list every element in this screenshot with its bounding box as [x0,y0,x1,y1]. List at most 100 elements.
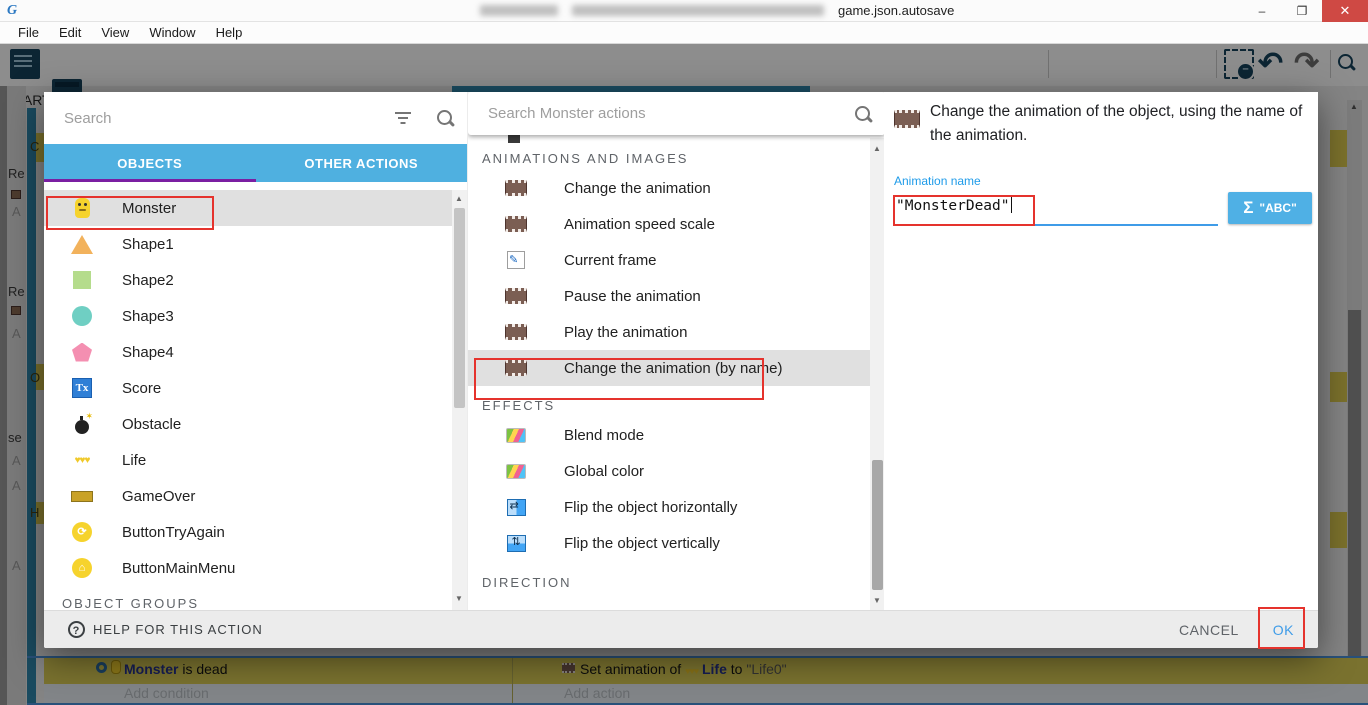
action-label: Change the animation [564,180,711,197]
filter-icon[interactable] [395,112,411,124]
expression-editor-button[interactable]: Σ "ABC" [1228,192,1312,224]
object-item-shape1[interactable]: Shape1 [44,226,467,262]
frame-icon [507,251,525,269]
object-label: GameOver [122,488,195,505]
action-animation-speed-scale[interactable]: Animation speed scale [468,206,870,242]
object-search-input[interactable] [64,110,395,127]
flip-horizontal-icon [507,499,526,516]
action-blend-mode[interactable]: Blend mode [468,417,870,453]
redacted-title-segment [480,5,558,16]
clipped-action-row [508,135,520,143]
menu-file[interactable]: File [8,23,49,43]
ok-button[interactable]: OK [1273,622,1294,638]
flip-vertical-icon [507,535,526,552]
actions-panel: ANIMATIONS AND IMAGES Change the animati… [467,92,884,610]
action-label: Change the animation (by name) [564,360,782,377]
window-title-area: game.json.autosave [480,3,954,18]
menu-help[interactable]: Help [206,23,253,43]
object-label: ButtonMainMenu [122,560,235,577]
square-icon [73,271,91,289]
objects-list: Monster Shape1 Shape2 Shape3 Shape4 [44,182,467,610]
menu-edit[interactable]: Edit [49,23,91,43]
dialog-tabs: OBJECTS OTHER ACTIONS [44,144,467,182]
action-label: Flip the object horizontally [564,499,737,516]
global-color-icon [506,464,526,479]
help-link[interactable]: ? HELP FOR THIS ACTION [68,621,263,638]
object-item-shape4[interactable]: Shape4 [44,334,467,370]
film-strip-icon [505,324,527,340]
text-object-icon: Tx [72,378,92,398]
object-item-buttonmainmenu[interactable]: ⌂ ButtonMainMenu [44,550,467,586]
abc-label: "ABC" [1259,201,1296,215]
action-search-row [468,92,884,135]
action-description: Change the animation of the object, usin… [930,100,1326,148]
search-icon[interactable] [437,110,453,126]
object-item-buttontryagain[interactable]: ⟳ ButtonTryAgain [44,514,467,550]
input-underline [894,224,1218,226]
action-label: Global color [564,463,644,480]
blend-mode-icon [506,428,526,443]
action-label: Play the animation [564,324,687,341]
redacted-path-segment [572,5,824,16]
hearts-icon: ♥♥♥ [75,455,90,466]
choose-action-dialog: OBJECTS OTHER ACTIONS Monster Shape1 Sha… [44,92,1318,648]
minimize-button[interactable]: – [1242,0,1282,22]
film-strip-icon [505,216,527,232]
action-label: Blend mode [564,427,644,444]
objects-scrollbar[interactable]: ▲ ▼ [452,190,467,610]
animation-name-label: Animation name [894,174,981,188]
window-title: game.json.autosave [838,3,954,18]
action-change-animation[interactable]: Change the animation [468,170,870,206]
object-label: Shape4 [122,344,174,361]
object-groups-header: OBJECT GROUPS [44,586,467,610]
action-label: Animation speed scale [564,216,715,233]
action-global-color[interactable]: Global color [468,453,870,489]
pentagon-icon [72,343,92,362]
object-item-shape2[interactable]: Shape2 [44,262,467,298]
object-item-obstacle[interactable]: Obstacle [44,406,467,442]
action-play-animation[interactable]: Play the animation [468,314,870,350]
film-strip-icon [505,180,527,196]
dialog-footer: ? HELP FOR THIS ACTION CANCEL OK [44,610,1318,648]
action-current-frame[interactable]: Current frame [468,242,870,278]
film-strip-icon [505,288,527,304]
section-direction: DIRECTION [468,561,870,594]
actions-scrollbar[interactable]: ▲ ▼ [870,138,884,610]
object-item-monster[interactable]: Monster [44,190,467,226]
action-search-input[interactable] [488,105,855,122]
animation-name-input[interactable]: "MonsterDead" [896,196,1012,214]
tab-other-actions[interactable]: OTHER ACTIONS [256,144,468,182]
tab-objects[interactable]: OBJECTS [44,144,256,182]
object-label: Shape2 [122,272,174,289]
object-item-score[interactable]: Tx Score [44,370,467,406]
section-animations: ANIMATIONS AND IMAGES [468,135,870,170]
action-label: Current frame [564,252,657,269]
restore-button[interactable]: ❐ [1282,0,1322,22]
text-caret [1011,196,1012,213]
retry-button-icon: ⟳ [72,522,92,542]
object-label: Obstacle [122,416,181,433]
close-button[interactable]: ✕ [1322,0,1368,22]
title-bar: G game.json.autosave – ❐ ✕ [0,0,1368,22]
object-item-gameover[interactable]: GameOver [44,478,467,514]
question-mark-icon: ? [68,621,85,638]
action-flip-vertically[interactable]: Flip the object vertically [468,525,870,561]
action-label: Flip the object vertically [564,535,720,552]
action-change-animation-by-name[interactable]: Change the animation (by name) [468,350,870,386]
object-item-life[interactable]: ♥♥♥ Life [44,442,467,478]
action-flip-horizontally[interactable]: Flip the object horizontally [468,489,870,525]
object-label: Shape3 [122,308,174,325]
menu-window[interactable]: Window [139,23,205,43]
help-label: HELP FOR THIS ACTION [93,622,263,637]
action-pause-animation[interactable]: Pause the animation [468,278,870,314]
circle-icon [72,306,92,326]
triangle-icon [71,235,93,254]
cancel-button[interactable]: CANCEL [1179,622,1239,638]
object-search-row [44,92,467,144]
film-strip-icon [505,360,527,376]
object-item-shape3[interactable]: Shape3 [44,298,467,334]
menu-view[interactable]: View [91,23,139,43]
object-label: Monster [122,200,176,217]
search-icon[interactable] [855,106,871,122]
gdevelop-logo-icon: G [7,3,17,19]
